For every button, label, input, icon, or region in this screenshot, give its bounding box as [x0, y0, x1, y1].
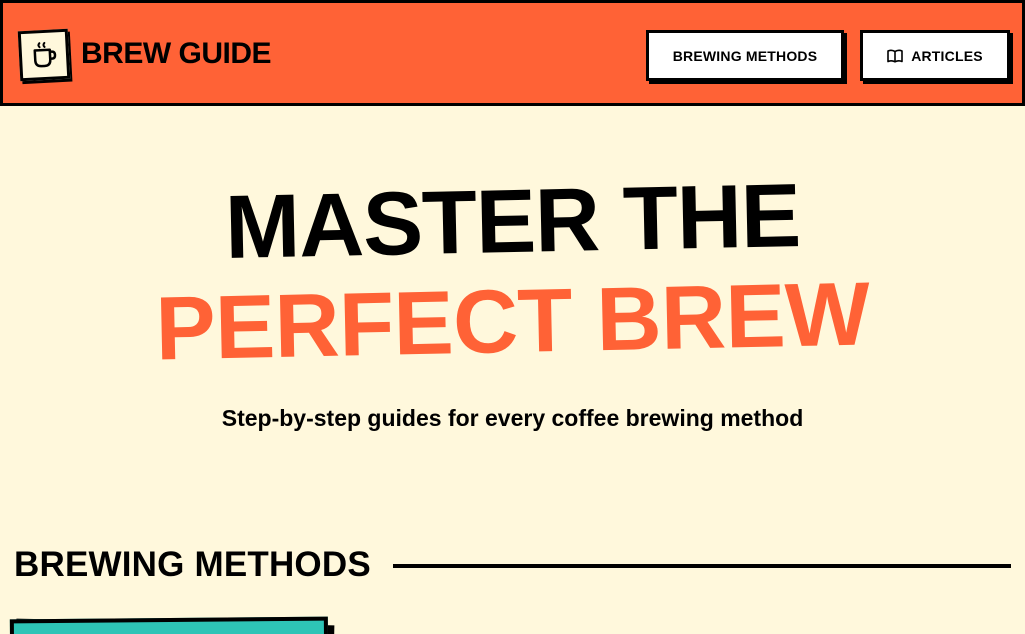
- site-header: BREW GUIDE BREWING METHODS ARTICLES: [0, 0, 1025, 106]
- hero-subtitle: Step-by-step guides for every coffee bre…: [221, 405, 804, 431]
- book-open-icon: [887, 49, 903, 63]
- nav-articles-button[interactable]: ARTICLES: [860, 30, 1010, 81]
- logo[interactable]: [17, 28, 71, 82]
- method-card[interactable]: [9, 616, 329, 634]
- nav-brewing-methods-button[interactable]: BREWING METHODS: [646, 30, 844, 81]
- coffee-cup-icon: [33, 41, 57, 68]
- hero-title-line2: PERFECT BREW: [154, 264, 871, 380]
- nav-articles-label: ARTICLES: [911, 47, 983, 64]
- brand-title[interactable]: BREW GUIDE: [81, 38, 272, 70]
- section-title: BREWING METHODS: [14, 545, 371, 584]
- nav-brewing-methods-label: BREWING METHODS: [672, 47, 818, 64]
- section-divider: [393, 564, 1011, 568]
